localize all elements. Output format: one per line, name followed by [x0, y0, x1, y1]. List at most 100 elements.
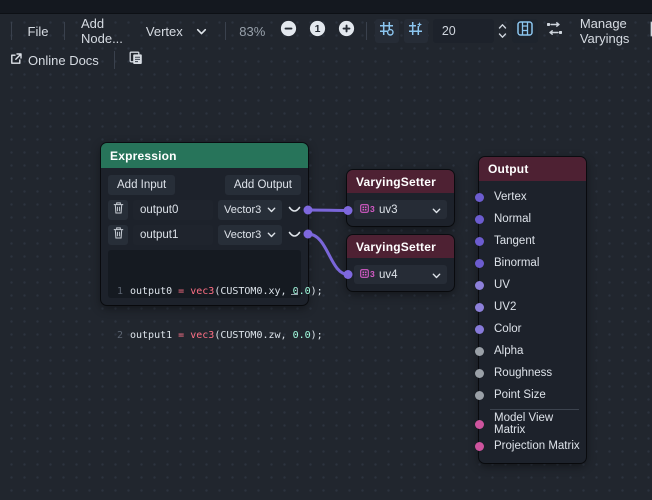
wire-output0-uv3[interactable] — [308, 210, 348, 211]
output-row-0: output0 Vector3 — [108, 200, 301, 220]
external-link-icon — [10, 53, 22, 68]
port-uv: UV — [479, 274, 586, 296]
toolbar-separator — [366, 22, 367, 40]
expression-node[interactable]: Expression Add Input Add Output output0 … — [101, 143, 308, 305]
expand-port-button[interactable] — [287, 206, 301, 214]
port-roughness: Roughness — [479, 362, 586, 384]
snap-distance-value[interactable]: 20 — [433, 19, 494, 43]
snap-toggle-button[interactable] — [375, 19, 399, 43]
svg-text:1: 1 — [314, 23, 320, 35]
shader-stage-dropdown[interactable]: Vertex — [136, 18, 217, 44]
varying-select-dropdown[interactable]: 3 uv3 — [354, 200, 447, 219]
port-color: Color — [479, 318, 586, 340]
wire-output1-uv4[interactable] — [308, 234, 348, 275]
port-dot[interactable] — [475, 193, 484, 202]
port-dot[interactable] — [475, 281, 484, 290]
delete-output-button[interactable] — [108, 200, 128, 220]
add-output-button[interactable]: Add Output — [225, 175, 301, 195]
output-type-value: Vector3 — [224, 229, 261, 241]
shader-stage-value: Vertex — [146, 24, 183, 39]
toolbar-separator — [11, 22, 12, 40]
grid-pattern-icon — [408, 21, 423, 41]
port-dot[interactable] — [475, 215, 484, 224]
output-type-dropdown[interactable]: Vector3 — [218, 200, 282, 220]
port-tangent: Tangent — [479, 230, 586, 252]
output-node-header[interactable]: Output — [479, 157, 586, 181]
port-alpha: Alpha — [479, 340, 586, 362]
online-docs-button[interactable]: Online Docs — [4, 47, 105, 73]
output-name-field[interactable]: output1 — [133, 225, 213, 245]
port-point-size: Point Size — [479, 384, 586, 406]
docs-toolbar: Online Docs — [4, 48, 148, 72]
shader-code-preview-button[interactable] — [644, 19, 652, 43]
output-type-dropdown[interactable]: Vector3 — [218, 225, 282, 245]
zoom-out-icon — [280, 20, 297, 42]
port-dot[interactable] — [475, 369, 484, 378]
zoom-out-button[interactable] — [276, 19, 300, 43]
trash-icon — [113, 201, 124, 219]
port-dot[interactable] — [475, 391, 484, 400]
add-input-button[interactable]: Add Input — [108, 175, 175, 195]
snap-distance-spinbox[interactable]: 20 — [433, 19, 507, 43]
port-dot[interactable] — [475, 259, 484, 268]
expression-node-body: Add Input Add Output output0 Vector3 — [101, 168, 308, 305]
zoom-in-button[interactable] — [334, 19, 358, 43]
arrange-icon — [546, 22, 563, 40]
grid-toggle-button[interactable] — [404, 19, 428, 43]
chevron-down-icon — [432, 266, 441, 284]
svg-text:3: 3 — [370, 204, 375, 214]
port-binormal: Binormal — [479, 252, 586, 274]
vector3-type-icon: 3 — [360, 201, 375, 219]
ports-separator — [490, 409, 579, 410]
chevron-down-icon — [432, 201, 441, 219]
top-panel-strip — [0, 0, 652, 14]
port-dot[interactable] — [475, 325, 484, 334]
snap-grid-icon — [379, 21, 394, 41]
minimap-icon — [517, 21, 533, 41]
zoom-reset-icon: 1 — [309, 20, 326, 42]
expression-node-header[interactable]: Expression — [101, 143, 308, 168]
copy-parameters-button[interactable] — [124, 48, 148, 72]
port-dot[interactable] — [475, 347, 484, 356]
output-type-value: Vector3 — [224, 204, 261, 216]
output-node[interactable]: Output Vertex Normal Tangent Binormal UV… — [479, 157, 586, 463]
zoom-in-icon — [338, 20, 355, 42]
file-menu-button[interactable]: File — [20, 18, 57, 44]
code-line: 2output1 = vec3(CUSTOM0.zw, 0.0); — [114, 329, 295, 344]
toolbar-separator — [114, 51, 115, 69]
vector3-type-icon: 3 — [360, 266, 375, 284]
arrange-nodes-button[interactable] — [543, 19, 567, 43]
zoom-reset-button[interactable]: 1 — [305, 19, 329, 43]
varying-setter-node-2[interactable]: VaryingSetter 3 uv4 — [347, 235, 454, 291]
port-projection-matrix: Projection Matrix — [479, 435, 586, 457]
code-resize-handle[interactable] — [291, 288, 298, 295]
port-dot[interactable] — [475, 442, 484, 451]
chevron-down-icon — [267, 204, 276, 216]
expression-code-editor[interactable]: 1output0 = vec3(CUSTOM0.xy, 0.0); 2outpu… — [108, 250, 301, 298]
expand-port-button[interactable] — [287, 231, 301, 239]
delete-output-button[interactable] — [108, 225, 128, 245]
varying-setter-header[interactable]: VaryingSetter — [347, 170, 454, 193]
add-node-button[interactable]: Add Node... — [73, 18, 131, 44]
output-name-field[interactable]: output0 — [133, 200, 213, 220]
port-model-view-matrix: Model View Matrix — [479, 413, 586, 435]
varying-setter-header[interactable]: VaryingSetter — [347, 235, 454, 258]
port-uv2: UV2 — [479, 296, 586, 318]
visual-shader-editor: File Add Node... Vertex 83% 1 — [0, 0, 652, 500]
code-line: 1output0 = vec3(CUSTOM0.xy, 0.0); — [114, 285, 295, 300]
varying-name: uv3 — [379, 204, 428, 216]
spinbox-arrows[interactable] — [498, 22, 507, 40]
port-dot[interactable] — [475, 303, 484, 312]
output-ports: Vertex Normal Tangent Binormal UV UV2 Co… — [479, 181, 586, 463]
varying-setter-node-1[interactable]: VaryingSetter 3 uv3 — [347, 170, 454, 226]
varying-select-dropdown[interactable]: 3 uv4 — [354, 265, 447, 284]
toolbar-separator — [225, 22, 226, 40]
port-vertex: Vertex — [479, 186, 586, 208]
toolbar-separator — [64, 22, 65, 40]
port-dot[interactable] — [475, 420, 484, 429]
manage-varyings-button[interactable]: Manage Varyings — [572, 18, 640, 44]
chevron-down-icon — [196, 24, 207, 39]
minimap-toggle-button[interactable] — [512, 19, 538, 43]
port-dot[interactable] — [475, 237, 484, 246]
copy-pages-icon — [129, 51, 143, 70]
